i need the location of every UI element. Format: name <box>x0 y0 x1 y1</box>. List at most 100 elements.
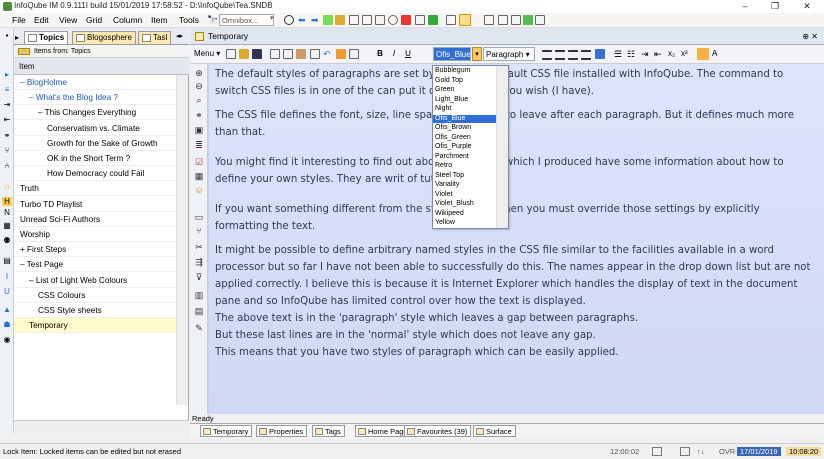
zoom-in-icon[interactable]: ⊕ <box>194 68 204 78</box>
warning-icon[interactable]: ▲ <box>2 305 12 314</box>
tree-row[interactable]: – Test Page <box>14 257 176 273</box>
menu-button[interactable]: Menu ▾ <box>194 49 220 58</box>
justify-icon[interactable] <box>581 50 591 60</box>
panel-icon[interactable]: ▤ <box>194 306 204 316</box>
expand-icon[interactable]: ▸ <box>2 70 12 79</box>
document-paragraph[interactable]: It might be possible to define arbitrary… <box>215 242 815 310</box>
window-icon[interactable] <box>362 15 372 25</box>
clock-icon[interactable] <box>284 15 294 25</box>
document-paragraph[interactable]: The default styles of paragraphs are set… <box>215 66 815 100</box>
document-paragraph[interactable]: The above text is in the 'paragraph' sty… <box>215 310 815 327</box>
document-editor[interactable]: The default styles of paragraphs are set… <box>208 64 824 414</box>
smiley-icon[interactable]: ☺ <box>194 185 204 195</box>
paint-icon[interactable]: ✎ <box>194 323 204 333</box>
align-right-icon[interactable] <box>568 50 578 60</box>
subscript-icon[interactable]: x₂ <box>668 49 678 59</box>
print-icon[interactable] <box>270 49 280 59</box>
tab-topics[interactable]: Topics <box>24 31 69 44</box>
bold-button[interactable]: B <box>375 48 385 60</box>
tree-row[interactable]: Temporary <box>14 318 176 334</box>
indent-more-icon[interactable]: ⇥ <box>641 49 651 59</box>
tree-row[interactable]: + First Steps <box>14 242 176 258</box>
calendar-icon[interactable] <box>652 447 662 456</box>
split-icon[interactable] <box>446 15 456 25</box>
menu-edit[interactable]: Edit <box>34 15 49 25</box>
css-style-select[interactable]: Ofis_Blue <box>433 47 471 61</box>
column-header-item[interactable]: Item <box>14 58 189 75</box>
vertical-scrollbar[interactable] <box>176 75 188 405</box>
bottom-tab[interactable]: Favourites (39) <box>404 425 472 437</box>
maximize-button[interactable]: ❐ <box>762 0 788 13</box>
filter-icon[interactable]: ⊽ <box>194 272 204 282</box>
chevron-down-icon[interactable]: ▾ <box>270 14 274 22</box>
tree-row[interactable]: – What's the Blog Idea ? <box>14 90 176 106</box>
list-icon[interactable]: ≣ <box>194 140 204 150</box>
underline-button[interactable]: U <box>403 48 413 60</box>
new-document-icon[interactable] <box>226 49 236 59</box>
tree-row[interactable]: Truth <box>14 181 176 197</box>
search-icon[interactable] <box>388 15 398 25</box>
user-icon[interactable]: ☗ <box>2 320 12 329</box>
bottom-tab[interactable]: Surface <box>473 425 516 437</box>
tree-row[interactable]: Growth for the Sake of Growth <box>14 136 176 151</box>
document-paragraph[interactable]: If you want something different from the… <box>215 201 815 235</box>
link-chain-icon[interactable]: ⚭ <box>194 110 204 120</box>
paste-icon[interactable] <box>296 49 306 59</box>
table-icon[interactable] <box>535 15 545 25</box>
layout-icon[interactable] <box>484 15 494 25</box>
close-button[interactable]: ✕ <box>794 0 820 13</box>
calendar-small-icon[interactable]: ▦ <box>2 221 12 230</box>
italic-style-icon[interactable]: I <box>2 272 12 281</box>
frame-icon[interactable]: ▭ <box>194 212 204 222</box>
star-icon[interactable]: ☆ <box>2 182 12 191</box>
flag-icon[interactable] <box>401 15 411 25</box>
tree-row[interactable]: OK in the Short Term ? <box>14 151 176 166</box>
tab-menu-icon[interactable]: ▸ <box>15 33 19 42</box>
image-icon[interactable] <box>336 49 346 59</box>
keyboard-icon[interactable] <box>680 447 690 456</box>
bottom-tab[interactable]: Tags <box>312 425 345 437</box>
insert-icon[interactable] <box>523 15 533 25</box>
indent-less-icon[interactable]: ⇤ <box>654 49 664 59</box>
paragraph-style-select[interactable]: Paragraph ▾ <box>483 47 535 61</box>
branch-icon[interactable]: ⑂ <box>2 146 12 155</box>
copy-icon[interactable] <box>283 49 293 59</box>
table-grid-icon[interactable]: ▦ <box>194 171 204 181</box>
barcode-icon[interactable]: ▥ <box>194 290 204 300</box>
insert-row-icon[interactable]: ⇶ <box>194 257 204 267</box>
numbered-list-icon[interactable]: ☷ <box>627 49 637 59</box>
font-color-icon[interactable]: A <box>712 49 722 59</box>
checkbox-icon[interactable]: ☑ <box>194 157 204 167</box>
tree-row[interactable]: Turbo TD Playlist <box>14 197 176 212</box>
open-folder-icon[interactable] <box>239 49 249 59</box>
link-icon[interactable]: ⚭ <box>2 131 12 140</box>
menu-column[interactable]: Column <box>113 15 142 25</box>
bottom-tab[interactable]: Properties <box>256 425 308 437</box>
menu-grid[interactable]: Grid <box>86 15 102 25</box>
zoom-search-icon[interactable]: ⌕ <box>194 95 204 105</box>
tree-row[interactable]: – BlogHolme <box>14 75 176 90</box>
tree-row[interactable]: Worship <box>14 227 176 242</box>
italic-button[interactable]: I <box>389 48 399 60</box>
document-paragraph[interactable]: This means that you have two styles of p… <box>215 344 815 361</box>
tree-row[interactable]: How Democracy could Fail <box>14 166 176 182</box>
text-color-icon[interactable] <box>595 49 605 59</box>
save-icon[interactable] <box>252 49 262 59</box>
image-icon[interactable]: ▣ <box>194 125 204 135</box>
omnibox-input[interactable]: Omnibox... <box>219 14 274 26</box>
pane-toggle-icon[interactable] <box>459 14 471 26</box>
home-icon[interactable] <box>335 15 345 25</box>
branch-icon[interactable]: ⑂ <box>194 226 204 236</box>
pane-close-button[interactable]: ⊕ ✕ <box>802 28 818 45</box>
indent-icon[interactable]: ⇥ <box>2 100 12 109</box>
superscript-icon[interactable]: x² <box>681 49 691 59</box>
menu-item[interactable]: Item <box>151 15 168 25</box>
pin-icon[interactable]: ▪ <box>2 31 12 40</box>
new-icon[interactable]: N <box>2 208 12 217</box>
tree-row[interactable]: Conservatism vs. Climate <box>14 121 176 136</box>
grid-icon[interactable] <box>349 15 359 25</box>
css-style-dropdown-button[interactable]: ▾ <box>472 47 482 61</box>
menu-file[interactable]: File <box>12 15 26 25</box>
tab-tasks[interactable]: Tasl <box>138 31 172 44</box>
tree-row[interactable]: Unread Sci-Fi Authors <box>14 212 176 227</box>
